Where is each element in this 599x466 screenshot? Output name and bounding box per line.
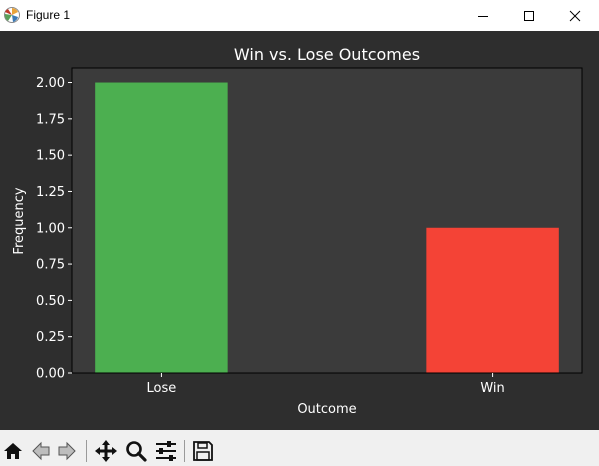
- home-icon[interactable]: [1, 439, 25, 463]
- bar-win: [426, 227, 559, 373]
- window-title: Figure 1: [26, 8, 71, 22]
- bar-lose: [95, 82, 228, 374]
- zoom-icon[interactable]: [124, 439, 148, 463]
- y-tick-label: 0.00: [36, 367, 65, 382]
- y-axis-label: Frequency: [12, 187, 27, 254]
- navigation-toolbar: [0, 430, 599, 466]
- chart-title: Win vs. Lose Outcomes: [234, 45, 420, 64]
- x-axis-label: Outcome: [297, 402, 356, 417]
- y-tick-label: 0.50: [36, 294, 65, 309]
- x-tick-label: Win: [480, 381, 504, 396]
- y-tick-label: 2.00: [36, 76, 65, 91]
- save-icon[interactable]: [191, 439, 215, 463]
- toolbar-separator: [86, 440, 87, 462]
- figure-canvas: 0.00 0.25 0.50 0.75 1.00 1.25 1.50 1.75 2.00 Los…: [0, 31, 599, 430]
- bar-chart: 0.00 0.25 0.50 0.75 1.00 1.25 1.50 1.75 2.00 Los…: [12, 45, 583, 417]
- y-tick-label: 1.25: [36, 185, 65, 200]
- forward-icon[interactable]: [55, 439, 79, 463]
- window-titlebar: Figure 1: [0, 0, 599, 31]
- y-tick-label: 0.25: [36, 330, 65, 345]
- back-icon[interactable]: [29, 439, 53, 463]
- minimize-icon[interactable]: [460, 0, 506, 31]
- toolbar-separator: [184, 440, 185, 462]
- y-tick-label: 1.75: [36, 112, 65, 127]
- x-tick-label: Lose: [147, 381, 177, 396]
- close-icon[interactable]: [552, 0, 598, 31]
- configure-subplots-icon[interactable]: [154, 439, 178, 463]
- y-tick-label: 0.75: [36, 258, 65, 273]
- maximize-icon[interactable]: [506, 0, 552, 31]
- pan-icon[interactable]: [94, 439, 118, 463]
- y-tick-label: 1.00: [36, 221, 65, 236]
- y-tick-label: 1.50: [36, 149, 65, 164]
- matplotlib-app-icon: [3, 6, 21, 24]
